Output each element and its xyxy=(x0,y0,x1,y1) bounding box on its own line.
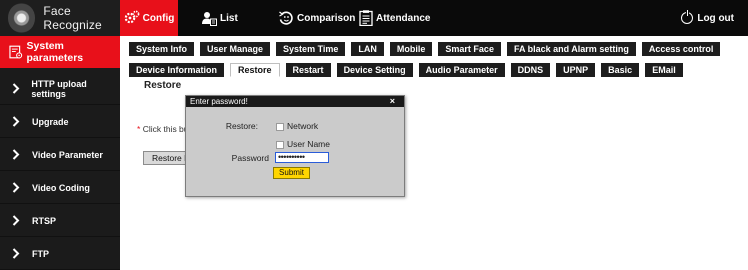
clipboard-icon xyxy=(359,10,373,26)
tab-mobile[interactable]: Mobile xyxy=(389,42,433,56)
chevron-right-icon xyxy=(12,149,28,160)
sidebar-item-ftp[interactable]: FTP xyxy=(0,238,120,270)
tab-restore[interactable]: Restore xyxy=(230,63,280,77)
tab-audio-parameter[interactable]: Audio Parameter xyxy=(418,63,505,77)
nav-comparison-label: Comparison xyxy=(297,12,356,24)
sidebar: System parameters HTTP upload settings U… xyxy=(0,36,120,270)
nav-attendance-label: Attendance xyxy=(376,12,431,24)
logout-button[interactable]: Log out xyxy=(681,0,734,36)
sidebar-item-video-coding[interactable]: Video Coding xyxy=(0,172,120,204)
nav-attendance[interactable]: Attendance xyxy=(359,0,430,36)
tab-access-control[interactable]: Access control xyxy=(641,42,721,56)
submit-button[interactable]: Submit xyxy=(273,167,310,179)
tab-upnp[interactable]: UPNP xyxy=(556,63,596,77)
restore-note-text: Click this but xyxy=(142,124,185,134)
close-icon[interactable]: × xyxy=(390,96,395,107)
tab-user-manage[interactable]: User Manage xyxy=(200,42,271,56)
sidebar-item-label: FTP xyxy=(32,248,49,259)
top-bar: Face Recognize Config List Comparison At… xyxy=(0,0,748,36)
chevron-right-icon xyxy=(12,83,27,94)
tab-system-info[interactable]: System Info xyxy=(129,42,195,56)
tab-row-sub: Device Information Restore Restart Devic… xyxy=(129,63,689,77)
tab-lan[interactable]: LAN xyxy=(351,42,384,56)
nav-comparison[interactable]: Comparison xyxy=(278,0,355,36)
sidebar-item-system-parameters[interactable]: System parameters xyxy=(0,36,120,68)
nav-config-label: Config xyxy=(142,12,175,24)
network-checkbox[interactable] xyxy=(276,123,284,131)
password-dialog: Enter password! × Restore: Network User … xyxy=(185,95,405,197)
restore-note: * Click this but xyxy=(137,124,185,134)
sidebar-item-label: Upgrade xyxy=(32,116,69,127)
tab-email[interactable]: EMail xyxy=(645,63,683,77)
users-list-icon xyxy=(202,12,217,26)
sidebar-item-label: System parameters xyxy=(26,40,84,64)
username-checkbox[interactable] xyxy=(276,141,284,149)
sidebar-item-label: Video Parameter xyxy=(32,149,103,160)
power-icon xyxy=(681,10,694,24)
sidebar-item-rtsp[interactable]: RTSP xyxy=(0,205,120,237)
gears-icon xyxy=(124,10,140,24)
tab-device-information[interactable]: Device Information xyxy=(129,63,225,77)
sidebar-item-upgrade[interactable]: Upgrade xyxy=(0,106,120,138)
sidebar-item-video-parameter[interactable]: Video Parameter xyxy=(0,139,120,171)
sidebar-item-http-upload[interactable]: HTTP upload settings xyxy=(0,73,120,105)
tab-restart[interactable]: Restart xyxy=(285,63,331,77)
brand: Face Recognize xyxy=(0,0,120,36)
nav-config[interactable]: Config xyxy=(120,0,178,36)
chevron-right-icon xyxy=(12,248,28,259)
tab-row-main: System Info User Manage System Time LAN … xyxy=(129,42,726,56)
network-option-label: Network xyxy=(287,121,319,131)
sidebar-item-label: HTTP upload settings xyxy=(31,78,87,99)
app-title: Face Recognize xyxy=(43,4,102,32)
nav-list-label: List xyxy=(220,12,238,24)
dialog-title: Enter password! xyxy=(190,97,248,106)
password-field[interactable]: •••••••••• xyxy=(275,152,329,163)
dialog-header: Enter password! × xyxy=(186,96,404,107)
tab-basic[interactable]: Basic xyxy=(601,63,640,77)
chevron-right-icon xyxy=(12,116,28,127)
logout-label: Log out xyxy=(697,12,734,24)
face-logo-icon xyxy=(8,3,36,33)
password-label: Password xyxy=(231,153,269,163)
sidebar-item-label: RTSP xyxy=(32,215,57,226)
tab-smart-face[interactable]: Smart Face xyxy=(438,42,501,56)
tab-ddns[interactable]: DDNS xyxy=(510,63,551,77)
page-title: Restore xyxy=(144,80,182,91)
restore-label: Restore: xyxy=(225,121,258,131)
username-option-label: User Name xyxy=(287,139,330,149)
tab-device-setting[interactable]: Device Setting xyxy=(336,63,413,77)
nav-list[interactable]: List xyxy=(201,0,238,36)
required-star: * xyxy=(137,124,141,134)
face-scan-icon xyxy=(279,11,293,25)
tab-system-time[interactable]: System Time xyxy=(276,42,346,56)
chevron-right-icon xyxy=(12,182,28,193)
chevron-right-icon xyxy=(12,215,28,226)
sidebar-item-label: Video Coding xyxy=(32,182,90,193)
settings-document-icon xyxy=(9,45,23,59)
tab-fa-black-alarm[interactable]: FA black and Alarm setting xyxy=(506,42,636,56)
